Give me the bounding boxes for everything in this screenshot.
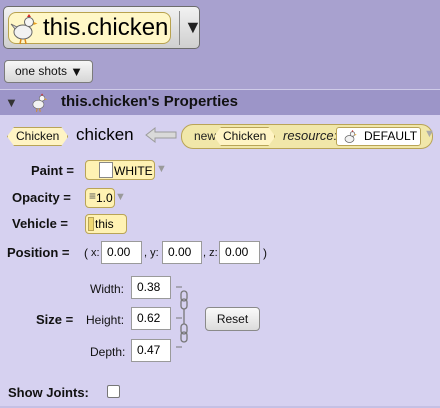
triangle-down-icon[interactable]: ▼ xyxy=(184,17,202,38)
one-shots-label: one shots xyxy=(15,64,68,78)
width-input[interactable]: 0.38 xyxy=(131,276,171,299)
position-z-label: , z: xyxy=(203,247,218,259)
chicken-icon xyxy=(32,93,48,112)
position-x-input[interactable]: 0.00 xyxy=(101,241,142,264)
constructor-type-label: Chicken xyxy=(223,129,267,143)
position-close-paren: ) xyxy=(263,246,267,260)
height-input[interactable]: 0.62 xyxy=(131,307,171,330)
paint-swatch xyxy=(99,162,113,178)
chicken-icon xyxy=(344,130,357,143)
vehicle-value: this xyxy=(95,217,114,231)
triangle-down-icon[interactable]: ▼ xyxy=(424,128,435,140)
constructor-type-chicken[interactable]: Chicken xyxy=(214,127,275,146)
show-joints-checkbox[interactable] xyxy=(107,385,120,398)
depth-label: Depth: xyxy=(90,345,126,359)
position-y-label: , y: xyxy=(144,247,159,259)
properties-header[interactable]: ▼ this.chicken's Properties xyxy=(0,90,440,115)
selected-object-label: this.chicken xyxy=(43,14,169,41)
resource-label: resource: xyxy=(283,128,338,143)
paint-value: WHITE xyxy=(114,164,153,178)
number-icon: ≡ xyxy=(89,189,97,203)
opacity-value: 1.0 xyxy=(96,191,113,205)
position-label: Position = xyxy=(7,245,70,260)
size-label: Size = xyxy=(36,312,74,327)
type-tile-chicken[interactable]: Chicken xyxy=(7,127,68,146)
type-label: Chicken xyxy=(16,129,60,143)
triangle-down-icon[interactable]: ▼ xyxy=(156,163,167,175)
chicken-icon xyxy=(10,14,38,45)
opacity-label: Opacity = xyxy=(12,190,71,205)
triangle-down-icon[interactable]: ▼ xyxy=(115,191,126,203)
collapse-triangle-icon[interactable]: ▼ xyxy=(5,95,18,110)
show-joints-label: Show Joints: xyxy=(8,385,89,400)
paint-label: Paint = xyxy=(31,163,74,178)
link-chain-icon[interactable] xyxy=(176,284,192,350)
position-x-label: x: xyxy=(91,247,100,259)
resource-value: DEFAULT xyxy=(364,129,418,143)
position-open-paren: ( xyxy=(84,246,88,260)
object-selector[interactable]: this.chicken ▼ xyxy=(3,6,202,49)
triangle-down-icon: ▼ xyxy=(70,64,83,79)
selected-object-chip: this.chicken xyxy=(8,12,171,45)
new-keyword: new xyxy=(194,129,217,143)
assign-arrow-icon xyxy=(145,127,177,143)
properties-title: this.chicken's Properties xyxy=(61,93,238,110)
reset-button[interactable]: Reset xyxy=(205,307,260,331)
height-label: Height: xyxy=(86,313,125,327)
one-shots-button[interactable]: one shots ▼ xyxy=(4,60,93,83)
position-y-input[interactable]: 0.00 xyxy=(162,241,202,264)
this-icon xyxy=(88,217,94,231)
position-z-input[interactable]: 0.00 xyxy=(219,241,260,264)
width-label: Width: xyxy=(90,282,125,296)
variable-name: chicken xyxy=(76,125,134,144)
selector-divider xyxy=(179,11,180,45)
depth-input[interactable]: 0.47 xyxy=(131,339,171,362)
vehicle-label: Vehicle = xyxy=(12,216,69,231)
